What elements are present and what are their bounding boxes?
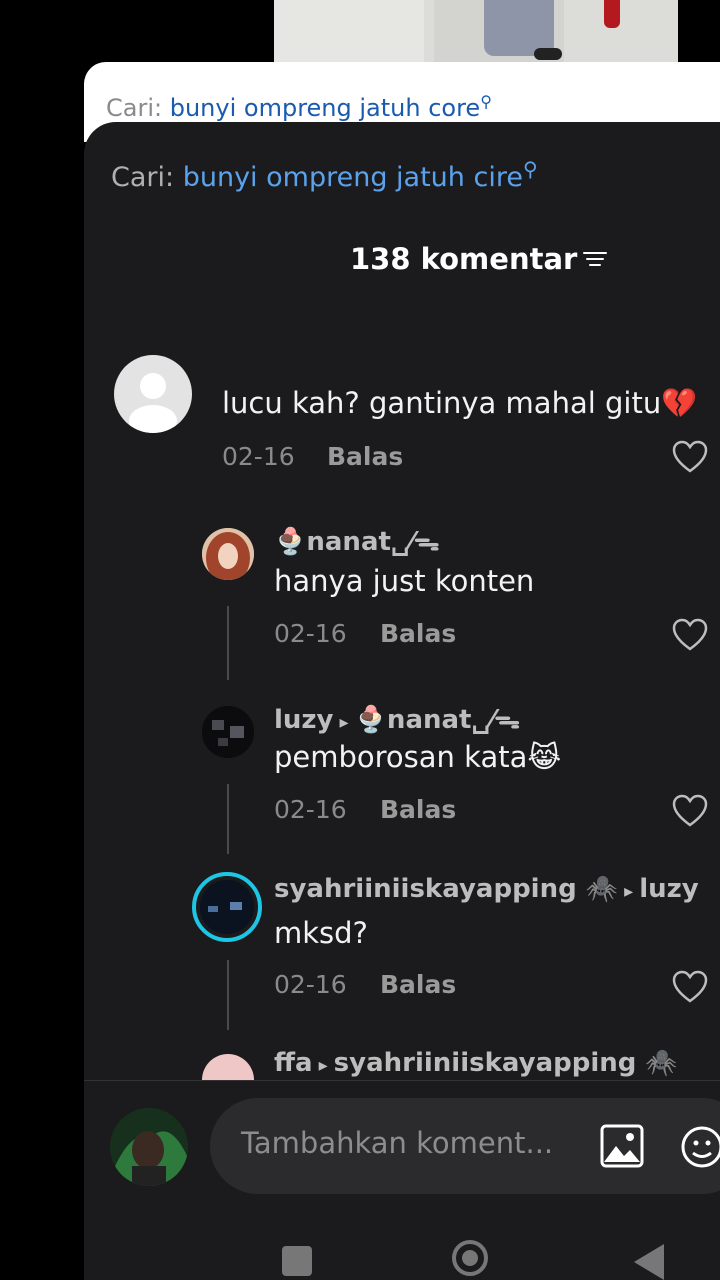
- comment-count-title: 138 komentar: [350, 242, 608, 276]
- comment-date: 02-16: [274, 795, 347, 824]
- comment-username-line: ffa ▸ syahriiniiskayapping 🕷️: [274, 1048, 678, 1078]
- heart-icon[interactable]: [672, 440, 708, 474]
- reply-button[interactable]: Balas: [380, 619, 456, 648]
- background-search-link[interactable]: Cari: bunyi ompreng jatuh core⚲: [106, 92, 492, 122]
- search-prefix: Cari:: [111, 162, 175, 193]
- heart-icon[interactable]: [672, 794, 708, 828]
- search-query[interactable]: bunyi ompreng jatuh core: [170, 94, 480, 122]
- heart-icon[interactable]: [672, 970, 708, 1004]
- sort-icon[interactable]: [583, 249, 608, 269]
- reply-arrow-icon: ▸: [624, 881, 634, 902]
- search-prefix: Cari:: [106, 94, 163, 122]
- comment-date: 02-16: [274, 619, 347, 648]
- person-shoe: [534, 48, 562, 60]
- comment-text: hanya just konten: [274, 564, 535, 598]
- heart-icon[interactable]: [672, 618, 708, 652]
- emoji-icon[interactable]: [680, 1124, 720, 1170]
- search-icon: ⚲: [480, 92, 492, 111]
- comment-text: mksd?: [274, 916, 368, 950]
- comment-text: lucu kah? gantinya mahal gitu💔: [222, 386, 698, 420]
- avatar[interactable]: [202, 706, 254, 758]
- comment-date: 02-16: [274, 970, 347, 999]
- avatar[interactable]: [114, 355, 192, 433]
- comment-username[interactable]: ffa: [274, 1048, 313, 1078]
- avatar: [200, 880, 254, 934]
- floor-tile: [274, 0, 424, 62]
- comment-username[interactable]: luzy: [274, 705, 334, 735]
- avatar-story-ring[interactable]: [192, 872, 262, 942]
- my-avatar[interactable]: [110, 1108, 188, 1186]
- home-button[interactable]: [452, 1240, 488, 1276]
- comment-username[interactable]: syahriiniiskayapping 🕷️: [274, 874, 618, 904]
- video-preview[interactable]: [274, 0, 678, 62]
- comment-username[interactable]: 🍨nanat␣⁄ᯓ: [274, 522, 440, 558]
- comment-text: pemborosan kata😹: [274, 740, 562, 774]
- reply-to-username[interactable]: 🍨nanat␣⁄ᯓ: [355, 705, 521, 735]
- reply-to-username[interactable]: syahriiniiskayapping 🕷️: [334, 1048, 678, 1078]
- reply-button[interactable]: Balas: [327, 442, 403, 471]
- reply-arrow-icon: ▸: [318, 1055, 328, 1076]
- red-object: [604, 0, 620, 28]
- reply-to-username[interactable]: luzy: [639, 874, 699, 904]
- recent-apps-button[interactable]: [282, 1246, 312, 1276]
- reply-button[interactable]: Balas: [380, 795, 456, 824]
- thread-line: [227, 784, 229, 854]
- image-icon[interactable]: [600, 1124, 644, 1168]
- comment-date: 02-16: [222, 442, 295, 471]
- comment-username-line: syahriiniiskayapping 🕷️ ▸ luzy: [274, 874, 699, 904]
- divider: [84, 1080, 720, 1081]
- comment-count: 138 komentar: [350, 242, 578, 276]
- reply-button[interactable]: Balas: [380, 970, 456, 999]
- back-button[interactable]: [634, 1244, 664, 1280]
- search-query[interactable]: bunyi ompreng jatuh cire: [183, 162, 523, 193]
- search-icon: ⚲: [522, 157, 538, 181]
- reply-arrow-icon: ▸: [339, 712, 349, 733]
- avatar[interactable]: [202, 528, 254, 580]
- thread-line: [227, 960, 229, 1030]
- search-suggestion[interactable]: Cari: bunyi ompreng jatuh cire⚲: [111, 157, 538, 193]
- comment-input-placeholder[interactable]: Tambahkan koment...: [241, 1126, 553, 1160]
- thread-line: [227, 606, 229, 680]
- comment-username-line: luzy ▸ 🍨nanat␣⁄ᯓ: [274, 700, 520, 736]
